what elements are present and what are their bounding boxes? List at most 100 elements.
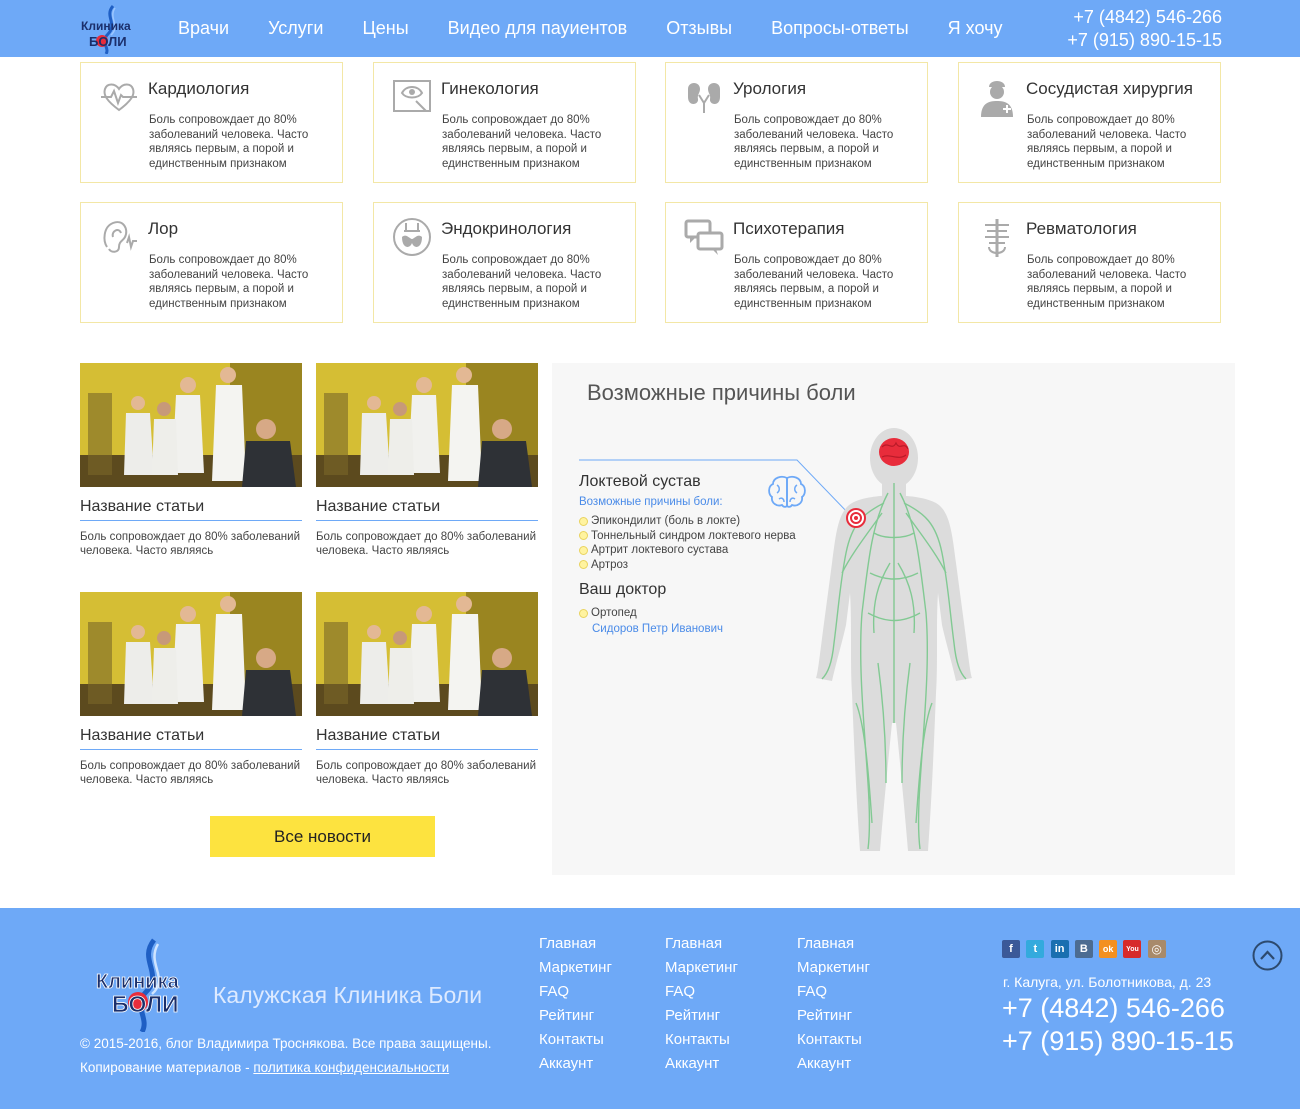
nav-video[interactable]: Видео для пауиентов (448, 18, 628, 39)
article-card[interactable]: Название статьи Боль сопровождает до 80%… (316, 592, 538, 787)
nav-doctors[interactable]: Врачи (178, 18, 229, 39)
thyroid-icon (393, 218, 431, 256)
bullet-icon (579, 545, 588, 555)
surgeon-icon (981, 81, 1013, 117)
nav-prices[interactable]: Цены (362, 18, 408, 39)
cause-item: Артроз (579, 558, 796, 573)
linkedin-icon[interactable]: in (1050, 940, 1069, 958)
footer-link-marketing[interactable]: Маркетинг (665, 956, 738, 980)
service-card-vascular-surgery[interactable]: Сосудистая хирургия Боль сопровождает до… (958, 62, 1221, 183)
clinic-logo[interactable]: Клиника БОЛИ (80, 4, 138, 54)
instagram-icon[interactable]: ◎ (1147, 940, 1166, 958)
footer-phone-1[interactable]: +7 (4842) 546-266 (1002, 993, 1225, 1024)
causes-list: Эпикондилит (боль в локте) Тоннельный си… (579, 514, 796, 572)
footer-link-rating[interactable]: Рейтинг (797, 1004, 870, 1028)
footer-link-marketing[interactable]: Маркетинг (797, 956, 870, 980)
footer-brand-name: Калужская Клиника Боли (213, 982, 483, 1008)
privacy-policy-link[interactable]: политика конфиденсиальности (253, 1060, 449, 1075)
nav-i-want[interactable]: Я хочу (948, 18, 1003, 39)
service-card-urology[interactable]: Урология Боль сопровождает до 80% заболе… (665, 62, 928, 183)
footer-link-faq[interactable]: FAQ (539, 980, 612, 1004)
svg-text:БОЛИ: БОЛИ (89, 34, 127, 49)
your-doctor-title: Ваш доктор (579, 581, 667, 598)
nav-reviews[interactable]: Отзывы (666, 18, 732, 39)
nav-services[interactable]: Услуги (268, 18, 323, 39)
article-card[interactable]: Название статьи Боль сопровождает до 80%… (80, 363, 302, 558)
footer-link-marketing[interactable]: Маркетинг (539, 956, 612, 980)
article-title[interactable]: Название статьи (316, 727, 538, 750)
service-card-endocrinology[interactable]: Эндокринология Боль сопровождает до 80% … (373, 202, 636, 323)
service-card-rheumatology[interactable]: Ревматология Боль сопровождает до 80% за… (958, 202, 1221, 323)
service-title: Урология (733, 79, 807, 98)
all-news-button[interactable]: Все новости (210, 816, 435, 857)
footer-clinic-logo[interactable]: Клиника БОЛИ (94, 938, 200, 1032)
header-phones: +7 (4842) 546-266 +7 (915) 890-15-15 (1067, 6, 1222, 52)
service-desc: Боль сопровождает до 80% заболеваний чел… (1027, 114, 1187, 170)
footer-link-faq[interactable]: FAQ (797, 980, 870, 1004)
footer-link-account[interactable]: Аккаунт (665, 1052, 738, 1076)
cause-item: Тоннельный синдром локтевого нерва (579, 529, 796, 544)
footer-link-contacts[interactable]: Контакты (665, 1028, 738, 1052)
vk-icon[interactable]: B (1074, 940, 1093, 958)
footer-link-contacts[interactable]: Контакты (797, 1028, 870, 1052)
footer-link-home[interactable]: Главная (797, 932, 870, 956)
doctors-photo (80, 363, 302, 487)
article-title[interactable]: Название статьи (316, 498, 538, 521)
facebook-icon[interactable]: f (1002, 940, 1020, 958)
scroll-to-top-icon[interactable] (1252, 940, 1283, 971)
copyright-text: © 2015-2016, блог Владимира Троснякова. … (80, 1036, 492, 1051)
doctor-role: Ортопед (579, 607, 637, 619)
header-phone-1[interactable]: +7 (4842) 546-266 (1067, 6, 1222, 29)
doctors-photo (316, 363, 538, 487)
article-desc: Боль сопровождает до 80% заболеваний чел… (80, 760, 300, 786)
chat-bubbles-icon (684, 219, 724, 255)
twitter-icon[interactable]: t (1026, 940, 1045, 958)
footer-link-faq[interactable]: FAQ (665, 980, 738, 1004)
nav-faq[interactable]: Вопросы-ответы (771, 18, 909, 39)
site-header: Клиника БОЛИ Врачи Услуги Цены Видео для… (0, 0, 1300, 57)
service-card-ent[interactable]: Лор Боль сопровождает до 80% заболеваний… (80, 202, 343, 323)
article-photo[interactable] (80, 592, 302, 716)
service-card-gynecology[interactable]: Гинекология Боль сопровождает до 80% заб… (373, 62, 636, 183)
article-title[interactable]: Название статьи (80, 498, 302, 521)
service-desc: Боль сопровождает до 80% заболеваний чел… (149, 254, 309, 310)
gynecology-icon (393, 80, 431, 112)
header-phone-2[interactable]: +7 (915) 890-15-15 (1067, 29, 1222, 52)
footer-link-home[interactable]: Главная (665, 932, 738, 956)
article-card[interactable]: Название статьи Боль сопровождает до 80%… (316, 363, 538, 558)
bullet-icon (579, 560, 588, 570)
article-photo[interactable] (316, 592, 538, 716)
service-title: Гинекология (441, 79, 539, 98)
footer-link-rating[interactable]: Рейтинг (539, 1004, 612, 1028)
footer-link-rating[interactable]: Рейтинг (665, 1004, 738, 1028)
doctors-photo (80, 592, 302, 716)
footer-links-col-1: Главная Маркетинг FAQ Рейтинг Контакты А… (539, 932, 612, 1076)
footer-phone-2[interactable]: +7 (915) 890-15-15 (1002, 1026, 1234, 1057)
article-card[interactable]: Название статьи Боль сопровождает до 80%… (80, 592, 302, 787)
service-title: Ревматология (1026, 219, 1137, 238)
kidneys-icon (688, 83, 720, 113)
article-photo[interactable] (80, 363, 302, 487)
youtube-icon[interactable]: You (1123, 940, 1142, 958)
article-photo[interactable] (316, 363, 538, 487)
doctor-name-link[interactable]: Сидоров Петр Иванович (592, 623, 723, 635)
pain-causes-panel: Возможные причины боли Локтевой сустав В… (552, 363, 1235, 875)
site-footer: Клиника БОЛИ Калужская Клиника Боли © 20… (0, 908, 1300, 1109)
footer-link-account[interactable]: Аккаунт (539, 1052, 612, 1076)
bullet-icon (579, 531, 588, 541)
article-desc: Боль сопровождает до 80% заболеваний чел… (316, 531, 536, 557)
cause-item: Артрит локтевого сустава (579, 543, 796, 558)
service-card-cardiology[interactable]: Кардиология Боль сопровождает до 80% заб… (80, 62, 343, 183)
spine-icon (985, 219, 1009, 257)
footer-link-account[interactable]: Аккаунт (797, 1052, 870, 1076)
causes-label: Возможные причины боли: (579, 496, 723, 508)
service-title: Эндокринология (441, 219, 572, 238)
service-card-psychotherapy[interactable]: Психотерапия Боль сопровождает до 80% за… (665, 202, 928, 323)
cause-item: Эпикондилит (боль в локте) (579, 514, 796, 529)
footer-link-contacts[interactable]: Контакты (539, 1028, 612, 1052)
odnoklassniki-icon[interactable]: ok (1099, 940, 1118, 958)
article-title[interactable]: Название статьи (80, 727, 302, 750)
service-title: Психотерапия (733, 219, 845, 238)
main-nav: Врачи Услуги Цены Видео для пауиентов От… (178, 0, 1041, 57)
footer-link-home[interactable]: Главная (539, 932, 612, 956)
